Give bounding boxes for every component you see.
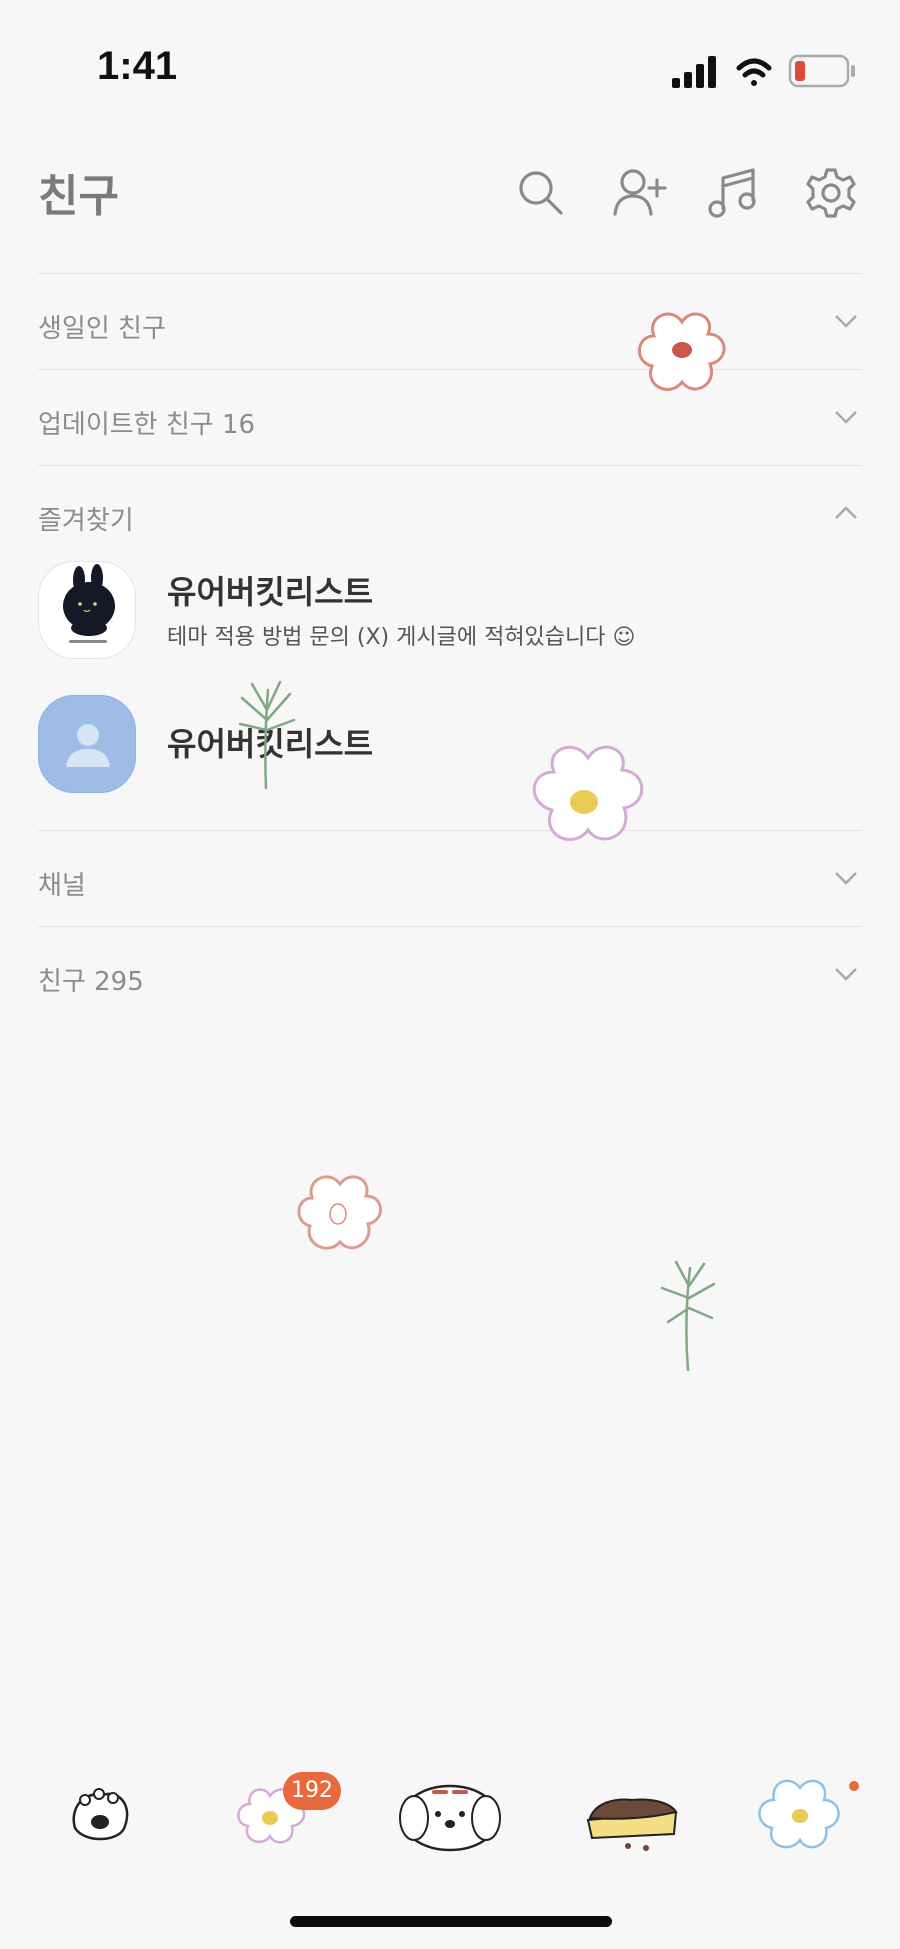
avatar: [38, 561, 136, 659]
favorite-status-message: 테마 적용 방법 문의 (X) 게시글에 적혀있습니다 ☺: [167, 625, 636, 650]
flower-doodle-icon: [297, 1175, 382, 1250]
search-icon[interactable]: [514, 166, 568, 220]
section-channels[interactable]: 채널: [38, 831, 862, 926]
cake-icon: [586, 1798, 678, 1851]
cellular-signal-icon: [672, 56, 716, 88]
section-label-channels: 채널: [38, 871, 86, 901]
section-birthday-friends[interactable]: 생일인 친구: [38, 274, 862, 369]
grass-doodle-icon: [660, 1260, 716, 1372]
page-title: 친구: [38, 171, 119, 222]
status-icons: [668, 50, 868, 92]
default-profile-icon: [66, 724, 110, 767]
section-favorites[interactable]: 즐겨찾기: [38, 466, 862, 561]
shopping-tab[interactable]: [580, 1768, 690, 1858]
home-indicator: [290, 1916, 612, 1927]
settings-icon[interactable]: [804, 166, 858, 220]
section-updated-friends[interactable]: 업데이트한 친구 16: [38, 370, 862, 465]
grass-doodle-icon: [238, 680, 296, 790]
music-icon[interactable]: [707, 166, 761, 220]
battery-icon: [788, 54, 855, 88]
flower-doodle-icon: [638, 312, 726, 391]
favorite-item[interactable]: 유어버킷리스트: [38, 695, 862, 805]
favorite-item[interactable]: 유어버킷리스트 테마 적용 방법 문의 (X) 게시글에 적혀있습니다 ☺: [38, 561, 862, 671]
section-label-birthday: 생일인 친구: [38, 314, 166, 344]
flower-doodle-icon: [532, 745, 644, 841]
chevron-down-icon: [835, 872, 857, 885]
puppy-icon: [399, 1784, 501, 1852]
chevron-down-icon: [835, 411, 857, 424]
avatar: [38, 695, 136, 793]
friends-tab[interactable]: [45, 1768, 155, 1858]
chevron-up-icon: [835, 506, 857, 519]
more-tab[interactable]: [748, 1768, 858, 1858]
flower-more-icon: [758, 1779, 840, 1849]
section-label-friends: 친구 295: [38, 967, 144, 997]
section-label-updated: 업데이트한 친구 16: [38, 410, 256, 440]
chevron-down-icon: [835, 315, 857, 328]
favorite-name: 유어버킷리스트: [167, 573, 374, 611]
add-friend-icon[interactable]: [611, 166, 667, 220]
view-tab[interactable]: [394, 1768, 506, 1858]
wifi-icon: [736, 58, 772, 86]
notification-dot: [849, 1781, 859, 1791]
status-time: 1:41: [97, 44, 178, 88]
unread-badge: 192: [283, 1772, 341, 1810]
section-friends[interactable]: 친구 295: [38, 927, 862, 1022]
section-label-favorites: 즐겨찾기: [38, 506, 134, 536]
paw-icon: [72, 1788, 129, 1841]
bunny-profile-icon: [63, 564, 115, 643]
chevron-down-icon: [835, 968, 857, 981]
